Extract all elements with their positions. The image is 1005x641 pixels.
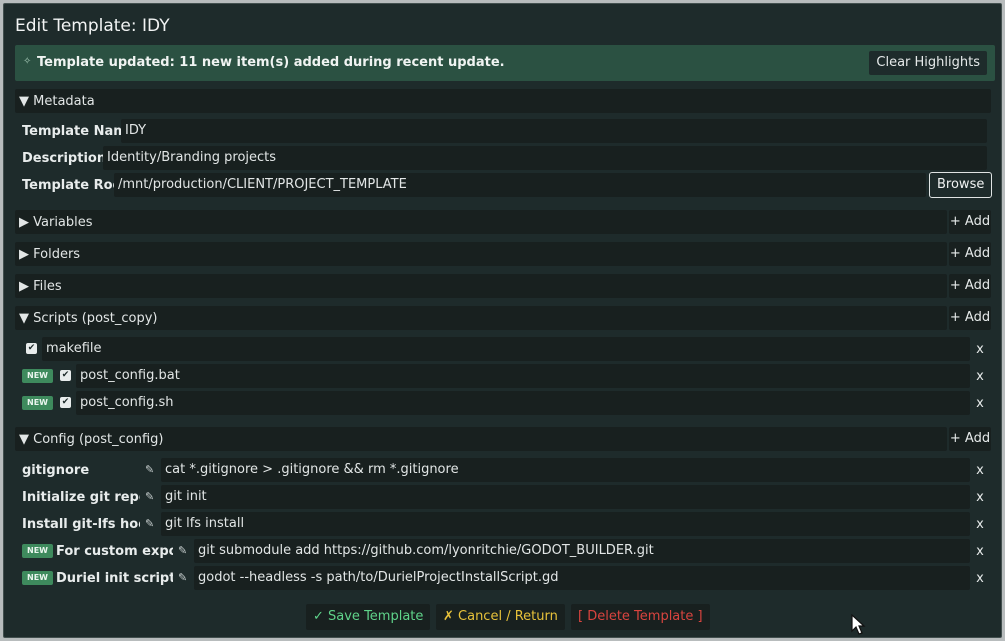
browse-button[interactable]: Browse xyxy=(929,172,993,198)
files-section-header[interactable]: ▶ Files xyxy=(15,274,947,298)
script-name-input[interactable]: makefile xyxy=(42,337,970,361)
remove-config-button[interactable]: x xyxy=(973,517,987,532)
new-badge: NEW xyxy=(22,369,53,383)
delete-template-button[interactable]: [ Delete Template ] xyxy=(571,604,710,630)
script-name-input[interactable]: post_config.sh xyxy=(76,391,970,415)
add-file-button[interactable]: + Add xyxy=(949,274,991,298)
edit-template-window: Edit Template: IDY ✧ Template updated: 1… xyxy=(3,3,1002,638)
window-title: Edit Template: IDY xyxy=(15,16,170,36)
script-enabled-checkbox[interactable]: ✔ xyxy=(60,370,71,381)
remove-config-button[interactable]: x xyxy=(973,490,987,505)
variables-section-label: ▶ Variables xyxy=(19,215,93,230)
add-folder-button[interactable]: + Add xyxy=(949,242,991,266)
add-script-button[interactable]: + Add xyxy=(949,306,991,330)
edit-pencil-icon[interactable]: ✎ xyxy=(145,517,154,530)
config-command-input[interactable]: git init xyxy=(161,485,970,509)
save-template-button[interactable]: ✓ Save Template xyxy=(306,604,431,630)
remove-script-button[interactable]: x xyxy=(973,342,987,357)
banner-text: Template updated: 11 new item(s) added d… xyxy=(37,55,505,70)
new-badge: NEW xyxy=(22,571,53,585)
edit-pencil-icon[interactable]: ✎ xyxy=(145,463,154,476)
variables-section-header[interactable]: ▶ Variables xyxy=(15,210,947,234)
edit-pencil-icon[interactable]: ✎ xyxy=(145,490,154,503)
scripts-section-header[interactable]: ▼ Scripts (post_copy) xyxy=(15,306,947,330)
edit-pencil-icon[interactable]: ✎ xyxy=(178,544,187,557)
remove-config-button[interactable]: x xyxy=(973,571,987,586)
script-enabled-checkbox[interactable]: ✔ xyxy=(60,397,71,408)
clear-highlights-button[interactable]: Clear Highlights xyxy=(869,51,987,75)
template-name-label: Template Name xyxy=(22,124,136,139)
folders-section-label: ▶ Folders xyxy=(19,247,81,262)
scripts-section-label: ▼ Scripts (post_copy) xyxy=(19,311,158,326)
template-name-input[interactable]: IDY xyxy=(121,119,987,143)
config-label: Initialize git repository xyxy=(22,490,140,505)
template-root-input[interactable]: /mnt/production/CLIENT/PROJECT_TEMPLATE xyxy=(114,173,926,197)
config-label: Duriel init script xyxy=(56,571,173,586)
files-section-label: ▶ Files xyxy=(19,279,62,294)
update-banner: ✧ Template updated: 11 new item(s) added… xyxy=(15,45,995,81)
description-input[interactable]: Identity/Branding projects xyxy=(103,146,987,170)
new-badge: NEW xyxy=(22,544,53,558)
config-label: For custom export t xyxy=(56,544,173,559)
description-label: Description xyxy=(22,151,107,166)
config-command-input[interactable]: git lfs install xyxy=(161,512,970,536)
config-command-input[interactable]: godot --headless -s path/to/DurielProjec… xyxy=(194,566,970,590)
edit-pencil-icon[interactable]: ✎ xyxy=(178,571,187,584)
script-enabled-checkbox[interactable]: ✔ xyxy=(26,343,37,354)
folders-section-header[interactable]: ▶ Folders xyxy=(15,242,947,266)
remove-config-button[interactable]: x xyxy=(973,463,987,478)
sparkle-icon: ✧ xyxy=(23,56,32,67)
cancel-return-button[interactable]: ✗ Cancel / Return xyxy=(436,604,565,630)
config-label: gitignore xyxy=(22,463,90,478)
remove-script-button[interactable]: x xyxy=(973,396,987,411)
config-section-header[interactable]: ▼ Config (post_config) xyxy=(15,427,947,451)
new-badge: NEW xyxy=(22,396,53,410)
script-name-input[interactable]: post_config.bat xyxy=(76,364,970,388)
metadata-section-header[interactable]: ▼ Metadata xyxy=(15,89,991,113)
config-section-label: ▼ Config (post_config) xyxy=(19,432,164,447)
remove-config-button[interactable]: x xyxy=(973,544,987,559)
config-command-input[interactable]: cat *.gitignore > .gitignore && rm *.git… xyxy=(161,458,970,482)
config-command-input[interactable]: git submodule add https://github.com/lyo… xyxy=(194,539,970,563)
metadata-section-label: ▼ Metadata xyxy=(19,94,95,109)
config-label: Install git-lfs hooks xyxy=(22,517,140,532)
template-root-label: Template Root xyxy=(22,178,128,193)
add-config-button[interactable]: + Add xyxy=(949,427,991,451)
add-variable-button[interactable]: + Add xyxy=(949,210,991,234)
remove-script-button[interactable]: x xyxy=(973,369,987,384)
mouse-cursor-icon xyxy=(851,614,866,635)
